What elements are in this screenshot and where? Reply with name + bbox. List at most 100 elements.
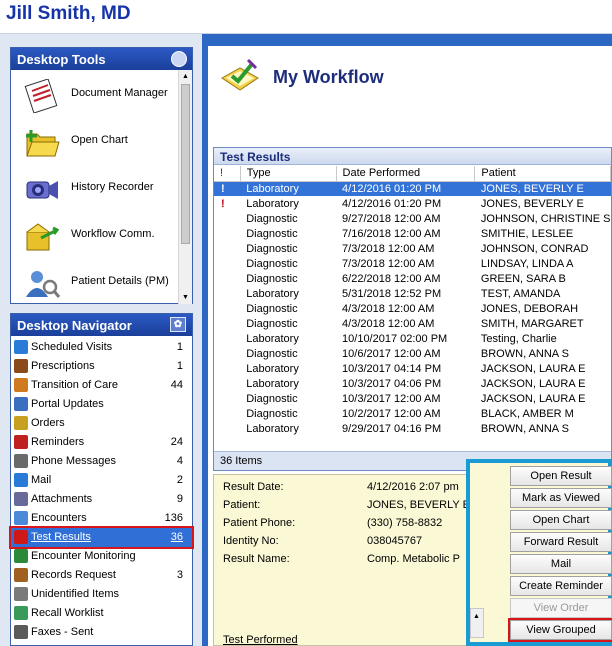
tool-label: Patient Details (PM) xyxy=(71,275,169,287)
cell-type: Diagnostic xyxy=(246,242,298,255)
cell-date: 7/3/2018 12:00 AM xyxy=(342,242,435,255)
nav-item-count: 136 xyxy=(164,512,183,524)
nav-item-label: Reminders xyxy=(31,436,85,448)
detail-label: Patient: xyxy=(223,499,261,511)
mail-icon xyxy=(14,473,28,487)
nav-item-orders[interactable]: Orders xyxy=(11,414,192,433)
table-row[interactable]: Diagnostic 10/3/2017 12:00 AM JACKSON, LAU… xyxy=(214,391,611,406)
cell-flag: ! xyxy=(214,181,241,196)
navigator-settings-icon[interactable]: ✿ xyxy=(170,317,186,332)
nav-item-recall-worklist[interactable]: Recall Worklist xyxy=(11,604,192,623)
tool-document-manager[interactable]: Document Manager xyxy=(11,70,177,117)
cell-type: Laboratory xyxy=(246,362,299,375)
table-row[interactable]: ! Laboratory 4/12/2016 01:20 PM JONES, BEVE… xyxy=(214,196,611,211)
cell-patient: JOHNSON, CHRISTINE S xyxy=(480,212,611,225)
nav-item-mail[interactable]: Mail 2 xyxy=(11,471,192,490)
cell-date: 6/22/2018 12:00 AM xyxy=(342,272,441,285)
nav-item-encounter-monitoring[interactable]: Encounter Monitoring xyxy=(11,547,192,566)
nav-item-reminders[interactable]: Reminders 24 xyxy=(11,433,192,452)
cell-patient: LINDSAY, LINDA A xyxy=(480,257,574,270)
forward-result-button[interactable]: Forward Result xyxy=(510,532,612,552)
create-reminder-button[interactable]: Create Reminder xyxy=(510,576,612,596)
tool-label: History Recorder xyxy=(71,181,154,193)
cell-date: 10/6/2017 12:00 AM xyxy=(342,347,441,360)
cell-date: 7/16/2018 12:00 AM xyxy=(342,227,441,240)
table-row[interactable]: Diagnostic 4/3/2018 12:00 AM SMITH, MARGAR… xyxy=(214,316,611,331)
desktop-navigator-title: Desktop Navigator xyxy=(17,318,132,333)
tool-label: Document Manager xyxy=(71,87,168,99)
mark-as-viewed-button[interactable]: Mark as Viewed xyxy=(510,488,612,508)
test-performed-link[interactable]: Test Performed xyxy=(223,634,298,646)
nav-item-count: 24 xyxy=(170,436,183,448)
cell-type: Diagnostic xyxy=(246,212,298,225)
column-header-date[interactable]: Date Performed xyxy=(336,166,476,182)
nav-item-portal-updates[interactable]: Portal Updates xyxy=(11,395,192,414)
tool-patient-details[interactable]: Patient Details (PM) xyxy=(11,258,177,305)
cell-flag xyxy=(214,211,240,226)
test-results-title: Test Results xyxy=(214,148,611,165)
nav-item-transition-of-care[interactable]: Transition of Care 44 xyxy=(11,376,192,395)
nav-item-test-results[interactable]: Test Results 36 xyxy=(9,526,194,549)
nav-item-label: Transition of Care xyxy=(31,379,119,391)
cell-patient: Testing, Charlie xyxy=(480,332,557,345)
table-row[interactable]: Diagnostic 10/2/2017 12:00 AM BLACK, AMBER… xyxy=(214,406,611,421)
mail-button[interactable]: Mail xyxy=(510,554,612,574)
reminders-icon xyxy=(14,435,28,449)
open-chart-button[interactable]: Open Chart xyxy=(510,510,612,530)
nav-item-attachments[interactable]: Attachments 9 xyxy=(11,490,192,509)
table-row[interactable]: Diagnostic 9/27/2018 12:00 AM JOHNSON, CHR… xyxy=(214,211,611,226)
scroll-thumb[interactable] xyxy=(181,84,190,244)
table-row[interactable]: Diagnostic 4/3/2018 12:00 AM JONES, DEBORA… xyxy=(214,301,611,316)
nav-item-scheduled-visits[interactable]: Scheduled Visits 1 xyxy=(11,338,192,357)
table-row[interactable]: Diagnostic 7/3/2018 12:00 AM JOHNSON, CONR… xyxy=(214,241,611,256)
table-row[interactable]: Diagnostic 7/16/2018 12:00 AM SMITHIE, LES… xyxy=(214,226,611,241)
table-row[interactable]: Laboratory 10/3/2017 04:06 PM JACKSON, LAU… xyxy=(214,376,611,391)
cell-patient: JONES, BEVERLY E xyxy=(480,197,584,210)
scroll-down-icon[interactable]: ▼ xyxy=(179,291,192,304)
main-top-band xyxy=(202,34,612,46)
scroll-up-icon[interactable]: ▲ xyxy=(179,70,192,83)
column-header-flag[interactable]: ! xyxy=(214,166,241,182)
table-row[interactable]: Laboratory 5/31/2018 12:52 PM TEST, AMANDA xyxy=(214,286,611,301)
cell-date: 9/27/2018 12:00 AM xyxy=(342,212,441,225)
tool-history-recorder[interactable]: History Recorder xyxy=(11,164,177,211)
nav-item-count: 1 xyxy=(176,341,183,353)
nav-item-unidentified-items[interactable]: Unidentified Items xyxy=(11,585,192,604)
table-row[interactable]: Laboratory 10/10/2017 02:00 PM Testing, Ch… xyxy=(214,331,611,346)
nav-item-label: Prescriptions xyxy=(31,360,95,372)
view-grouped-button[interactable]: View Grouped xyxy=(508,618,612,642)
open-chart-icon xyxy=(26,130,60,157)
open-result-button[interactable]: Open Result xyxy=(510,466,612,486)
nav-item-label: Mail xyxy=(31,474,52,486)
table-row[interactable]: Diagnostic 10/6/2017 12:00 AM BROWN, ANNA … xyxy=(214,346,611,361)
cell-flag xyxy=(214,361,240,376)
user-name: Jill Smith, MD xyxy=(6,3,131,24)
nav-item-encounters[interactable]: Encounters 136 xyxy=(11,509,192,528)
tool-workflow-comm[interactable]: Workflow Comm. xyxy=(11,211,177,258)
view-order-button[interactable]: View Order xyxy=(510,598,612,618)
nav-item-phone-messages[interactable]: Phone Messages 4 xyxy=(11,452,192,471)
column-header-type[interactable]: Type xyxy=(240,166,337,182)
nav-item-faxes-sent[interactable]: Faxes - Sent xyxy=(11,623,192,642)
table-row[interactable]: Laboratory 10/3/2017 04:14 PM JACKSON, LAU… xyxy=(214,361,611,376)
tool-open-chart[interactable]: Open Chart xyxy=(11,117,177,164)
cell-patient: BLACK, AMBER M xyxy=(480,407,574,420)
nav-item-label: Records Request xyxy=(31,569,116,581)
table-row[interactable]: ! Laboratory 4/12/2016 01:20 PM JONES, BEVE… xyxy=(214,181,611,196)
detail-scrollbar[interactable]: ▲ xyxy=(470,608,484,638)
table-row[interactable]: Diagnostic 6/22/2018 12:00 AM GREEN, SARA … xyxy=(214,271,611,286)
nav-item-records-request[interactable]: Records Request 3 xyxy=(11,566,192,585)
cell-flag xyxy=(214,301,240,316)
cell-type: Diagnostic xyxy=(246,347,298,360)
tools-scrollbar[interactable]: ▲ ▼ xyxy=(178,70,192,304)
column-header-patient[interactable]: Patient xyxy=(474,166,611,182)
table-row[interactable]: Diagnostic 7/3/2018 12:00 AM LINDSAY, LIND… xyxy=(214,256,611,271)
workflow-workspace: My Workflow Test Results ! Type Date Per… xyxy=(208,46,612,646)
cell-date: 4/3/2018 12:00 AM xyxy=(342,317,435,330)
nav-item-prescriptions[interactable]: Prescriptions 1 xyxy=(11,357,192,376)
nav-item-label: Faxes - Sent xyxy=(31,626,94,638)
scroll-up-icon[interactable]: ▲ xyxy=(473,613,480,620)
table-row[interactable]: Laboratory 9/29/2017 04:16 PM BROWN, ANNA … xyxy=(214,421,611,436)
records-request-icon xyxy=(14,568,28,582)
panel-options-icon[interactable] xyxy=(171,51,187,67)
